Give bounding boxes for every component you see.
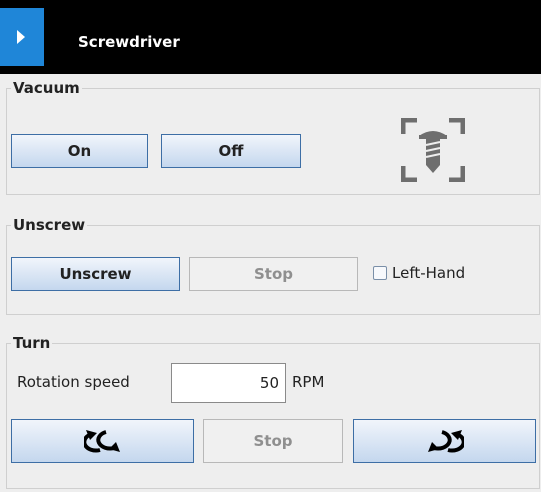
unscrew-legend: Unscrew	[11, 216, 88, 234]
vacuum-off-button[interactable]: Off	[161, 134, 301, 168]
vacuum-group: Vacuum On Off	[6, 80, 540, 195]
unscrew-stop-button[interactable]: Stop	[189, 257, 358, 291]
rotate-clockwise-button[interactable]	[353, 419, 536, 463]
vacuum-on-button[interactable]: On	[11, 134, 148, 168]
rotate-clockwise-icon	[427, 430, 464, 453]
screw-target-icon	[401, 118, 465, 182]
rotate-counterclockwise-icon	[83, 430, 120, 453]
turn-legend: Turn	[11, 334, 53, 352]
rotate-counterclockwise-button[interactable]	[11, 419, 194, 463]
rotation-speed-input[interactable]	[171, 363, 286, 403]
unscrew-group: Unscrew Unscrew Stop Left-Hand	[6, 217, 540, 315]
turn-group: Turn Rotation speed RPM Stop	[6, 335, 540, 489]
rotation-speed-label: Rotation speed	[17, 373, 130, 391]
unscrew-button[interactable]: Unscrew	[11, 257, 180, 291]
rpm-unit-label: RPM	[292, 373, 325, 391]
turn-stop-button[interactable]: Stop	[203, 419, 343, 463]
left-hand-checkbox[interactable]	[373, 266, 387, 280]
sidebar-toggle-button[interactable]	[0, 8, 44, 66]
title-bar: Screwdriver	[0, 0, 541, 74]
chevron-right-icon	[17, 30, 25, 44]
content-panel: Vacuum On Off Unscrew Unscrew Stop Left-…	[0, 74, 541, 492]
page-title: Screwdriver	[78, 33, 180, 51]
vacuum-legend: Vacuum	[11, 79, 82, 97]
left-hand-label: Left-Hand	[392, 264, 466, 282]
